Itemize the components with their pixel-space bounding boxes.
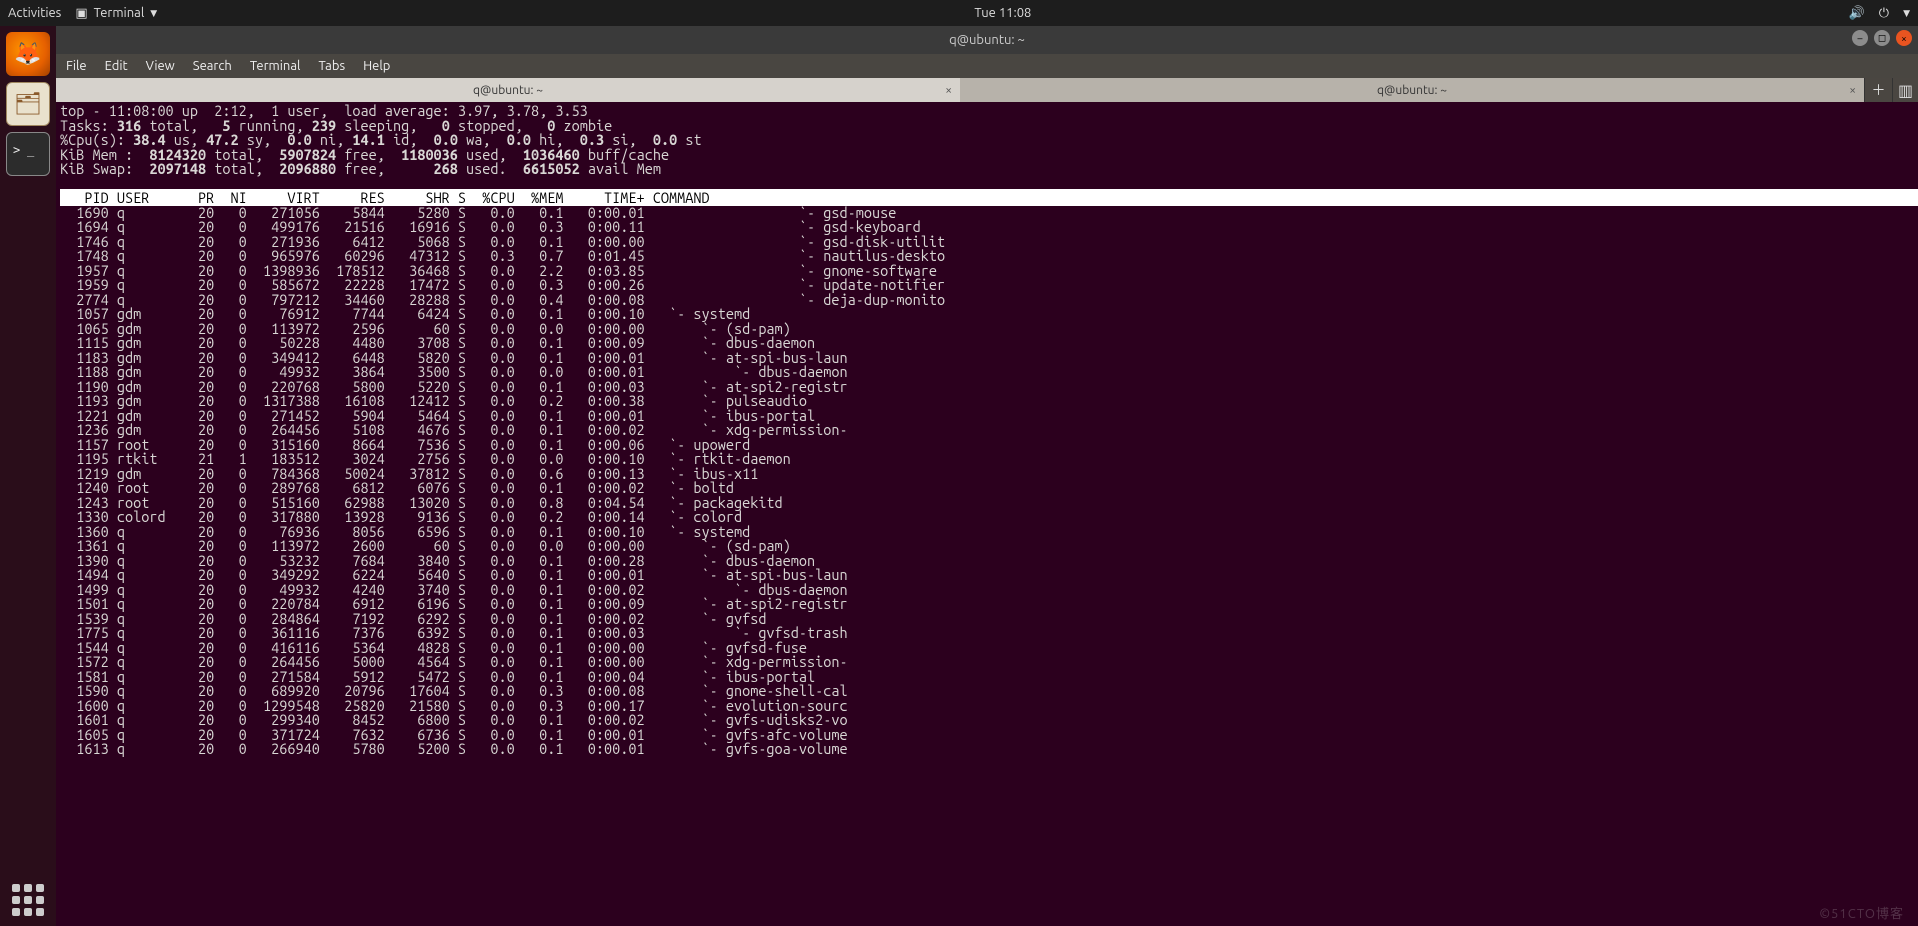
dock-terminal[interactable]: > _ — [6, 132, 50, 176]
new-window-button[interactable]: ▥ — [1892, 78, 1918, 102]
tab-close-icon[interactable]: × — [945, 84, 952, 97]
maximize-button[interactable]: ◻ — [1874, 30, 1890, 46]
dock-files[interactable]: 🗂 — [6, 82, 50, 126]
activities-button[interactable]: Activities — [8, 6, 61, 20]
clock[interactable]: Tue 11:08 — [974, 6, 1031, 20]
menu-view[interactable]: View — [146, 59, 175, 73]
watermark: ©51CTO博客 — [1819, 903, 1904, 922]
menu-search[interactable]: Search — [193, 59, 232, 73]
menu-terminal[interactable]: Terminal — [250, 59, 301, 73]
terminal-output[interactable]: top - 11:08:00 up 2:12, 1 user, load ave… — [56, 102, 1918, 926]
chevron-down-icon[interactable]: ▼ — [1903, 8, 1910, 19]
dock: 🦊 🗂 > _ — [0, 26, 56, 926]
minimize-button[interactable]: – — [1852, 30, 1868, 46]
volume-icon[interactable]: 🔊 — [1849, 6, 1865, 21]
terminal-window: q@ubuntu: ~ – ◻ × File Edit View Search … — [56, 26, 1918, 926]
tab-label: q@ubuntu: ~ — [473, 84, 543, 97]
tab-close-icon[interactable]: × — [1849, 84, 1856, 97]
terminal-icon: > — [13, 143, 20, 157]
gnome-topbar: Activities ▣ Terminal ▼ Tue 11:08 🔊 ⏻ ▼ — [0, 0, 1918, 26]
menubar: File Edit View Search Terminal Tabs Help — [56, 54, 1918, 78]
new-tab-button[interactable]: ＋ — [1864, 78, 1892, 102]
tab-0[interactable]: q@ubuntu: ~ × — [56, 78, 960, 102]
chevron-down-icon: ▼ — [150, 8, 157, 19]
menu-file[interactable]: File — [66, 59, 87, 73]
app-name: Terminal — [94, 6, 145, 20]
tab-label: q@ubuntu: ~ — [1377, 84, 1447, 97]
dock-firefox[interactable]: 🦊 — [6, 32, 50, 76]
menu-help[interactable]: Help — [363, 59, 390, 73]
app-indicator[interactable]: ▣ Terminal ▼ — [75, 6, 157, 21]
window-title: q@ubuntu: ~ — [949, 33, 1025, 47]
power-icon[interactable]: ⏻ — [1879, 6, 1889, 21]
tabbar: q@ubuntu: ~ × q@ubuntu: ~ × ＋ ▥ — [56, 78, 1918, 102]
close-button[interactable]: × — [1896, 30, 1912, 46]
titlebar[interactable]: q@ubuntu: ~ – ◻ × — [56, 26, 1918, 54]
menu-edit[interactable]: Edit — [105, 59, 128, 73]
terminal-icon: ▣ — [75, 6, 87, 21]
cursor-icon: _ — [27, 143, 34, 157]
show-applications-button[interactable] — [12, 884, 44, 916]
menu-tabs[interactable]: Tabs — [318, 59, 345, 73]
tab-1[interactable]: q@ubuntu: ~ × — [960, 78, 1864, 102]
